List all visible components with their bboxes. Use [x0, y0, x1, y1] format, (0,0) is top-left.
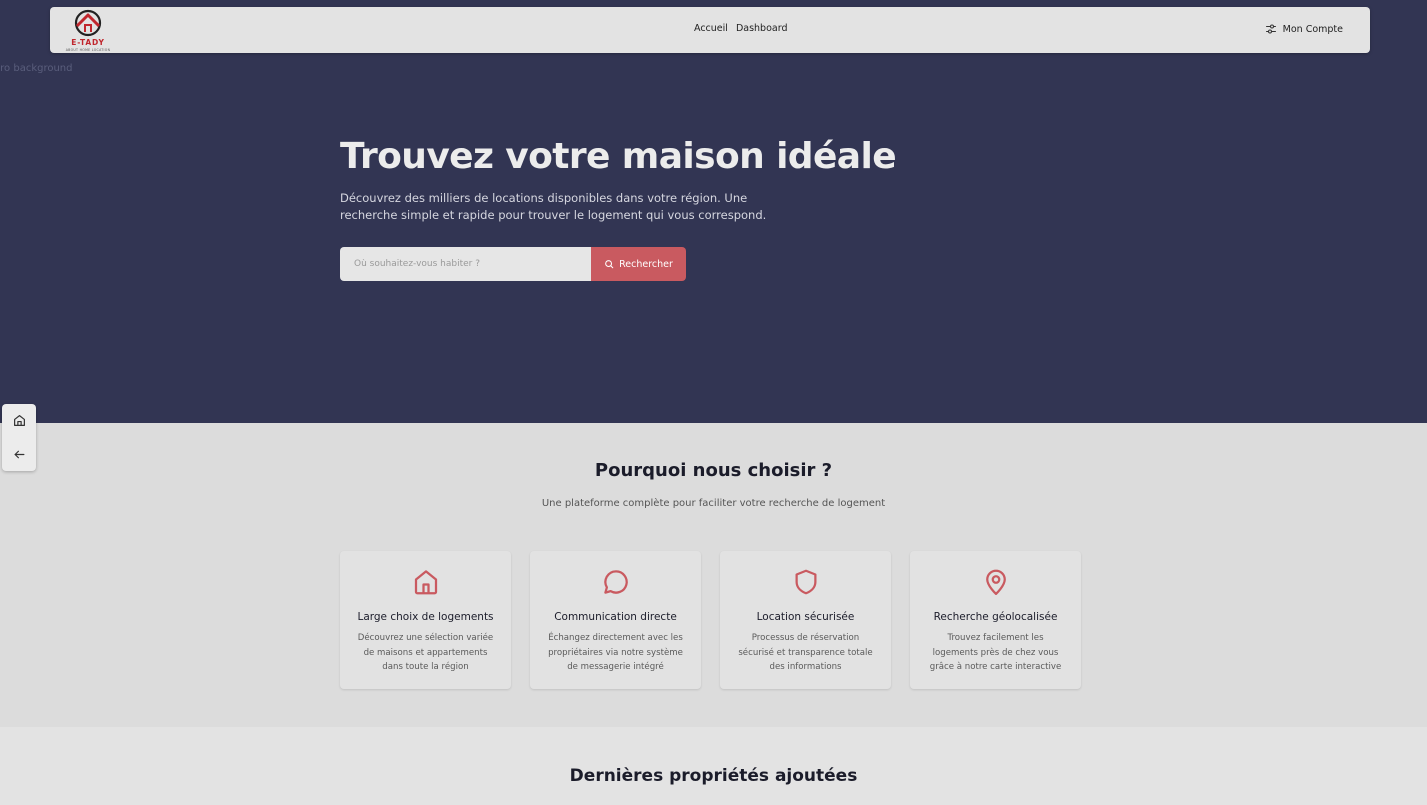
feature-card-choice: Large choix de logements Découvrez une s…	[340, 551, 511, 689]
settings-sliders-icon	[1265, 24, 1276, 34]
map-pin-icon	[910, 567, 1081, 597]
search-button[interactable]: Rechercher	[591, 247, 686, 281]
feature-card-title: Recherche géolocalisée	[933, 611, 1058, 623]
search-bar: Rechercher	[340, 247, 686, 281]
logo-text: E-TADY	[71, 38, 104, 47]
feature-card-communication: Communication directe Échangez directeme…	[530, 551, 701, 689]
latest-properties-title: Dernières propriétés ajoutées	[569, 766, 858, 786]
home-button[interactable]	[7, 409, 31, 433]
account-menu-button[interactable]: Mon Compte	[1265, 23, 1343, 35]
feature-card-title: Communication directe	[554, 611, 677, 623]
brand-logo[interactable]: E-TADY ABOUT HOME LOCATION	[64, 9, 120, 53]
feature-card-desc: Trouvez facilement les logements près de…	[929, 633, 1062, 672]
shield-icon	[720, 567, 891, 597]
hero-title: Trouvez votre maison idéale	[340, 136, 897, 177]
search-button-label: Rechercher	[619, 258, 673, 270]
feature-card-desc: Découvrez une sélection variée de maison…	[357, 633, 494, 672]
house-icon	[340, 567, 511, 597]
location-search-input[interactable]	[340, 247, 591, 281]
hero-subtitle: Découvrez des milliers de locations disp…	[340, 191, 767, 222]
feature-card-title: Location sécurisée	[756, 611, 855, 623]
hero-section: ero background Trouvez votre maison idéa…	[0, 0, 1427, 423]
account-label: Mon Compte	[1282, 23, 1343, 35]
feature-card-desc: Échangez directement avec les propriétai…	[548, 633, 683, 672]
hero-background-alt-text: ero background	[0, 63, 73, 74]
features-subtitle: Une plateforme complète pour faciliter v…	[541, 498, 886, 509]
feature-card-geolocation: Recherche géolocalisée Trouvez facilemen…	[910, 551, 1081, 689]
main-nav: Accueil Dashboard	[694, 23, 787, 34]
arrow-left-icon	[14, 450, 24, 459]
feature-card-desc: Processus de réservation sécurisé et tra…	[738, 633, 873, 672]
home-icon	[13, 415, 25, 427]
chat-bubble-icon	[530, 567, 701, 597]
top-navbar: E-TADY ABOUT HOME LOCATION Accueil Dashb…	[50, 7, 1370, 53]
latest-properties-section: Dernières propriétés ajoutées	[0, 727, 1427, 805]
nav-link-dashboard[interactable]: Dashboard	[736, 23, 788, 34]
feature-card-security: Location sécurisée Processus de réservat…	[720, 551, 891, 689]
logo-house-icon: E-TADY ABOUT HOME LOCATION	[66, 9, 111, 52]
feature-card-title: Large choix de logements	[357, 611, 494, 623]
features-title: Pourquoi nous choisir ?	[594, 460, 833, 481]
feature-cards: Large choix de logements Découvrez une s…	[340, 551, 1081, 689]
nav-link-accueil[interactable]: Accueil	[694, 23, 728, 34]
logo-tagline: ABOUT HOME LOCATION	[66, 48, 111, 52]
search-icon	[605, 260, 614, 269]
